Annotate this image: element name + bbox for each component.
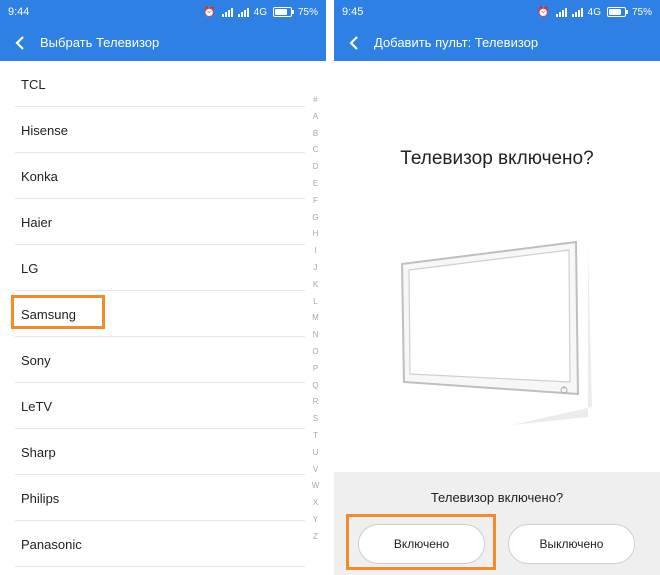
brand-item-sharp[interactable]: Sharp — [0, 429, 305, 475]
index-letter[interactable]: Y — [305, 512, 326, 529]
brand-item-panasonic[interactable]: Panasonic — [0, 521, 305, 567]
signal-icon — [221, 7, 233, 17]
index-letter[interactable]: I — [305, 243, 326, 260]
battery-level: 75% — [631, 6, 652, 18]
brand-item-lg[interactable]: LG — [0, 245, 305, 291]
page-title: Выбрать Телевизор — [40, 35, 160, 50]
battery-level: 75% — [297, 6, 318, 18]
answer-panel: Телевизор включено? Включено Выключено — [334, 472, 660, 575]
index-letter[interactable]: X — [305, 495, 326, 512]
index-letter[interactable]: C — [305, 142, 326, 159]
signal-icon — [555, 7, 567, 17]
index-letter[interactable]: S — [305, 411, 326, 428]
signal-icon-2 — [571, 7, 583, 17]
brand-item-haier[interactable]: Haier — [0, 199, 305, 245]
index-letter[interactable]: L — [305, 294, 326, 311]
index-letter[interactable]: R — [305, 394, 326, 411]
index-letter[interactable]: T — [305, 428, 326, 445]
brand-item-tcl[interactable]: TCL — [0, 61, 305, 107]
status-time: 9:44 — [8, 6, 30, 18]
panel-divider — [326, 0, 334, 575]
index-letter[interactable]: # — [305, 92, 326, 109]
index-letter[interactable]: G — [305, 210, 326, 227]
index-letter[interactable]: V — [305, 462, 326, 479]
battery-icon — [272, 7, 294, 17]
index-letter[interactable]: Z — [305, 529, 326, 546]
brand-item-letv[interactable]: LeTV — [0, 383, 305, 429]
brand-item-philips[interactable]: Philips — [0, 475, 305, 521]
index-letter[interactable]: W — [305, 478, 326, 495]
alarm-icon: ⏰ — [537, 6, 550, 18]
index-letter[interactable]: K — [305, 277, 326, 294]
index-letter[interactable]: U — [305, 445, 326, 462]
back-arrow-icon[interactable] — [346, 35, 362, 51]
brand-item-hisense[interactable]: Hisense — [0, 107, 305, 153]
page-title: Добавить пульт: Телевизор — [374, 35, 539, 50]
status-time: 9:45 — [342, 6, 364, 18]
add-remote-screen: 9:45 ⏰ 4G 75% Добавить пульт: Телевизор … — [334, 0, 660, 575]
index-letter[interactable]: H — [305, 226, 326, 243]
index-letter[interactable]: P — [305, 361, 326, 378]
alphabet-index[interactable]: # A B C D E F G H I J K L M N O P Q R S … — [305, 92, 326, 546]
index-letter[interactable]: J — [305, 260, 326, 277]
brand-item-sony[interactable]: Sony — [0, 337, 305, 383]
off-button[interactable]: Выключено — [508, 524, 635, 564]
tv-illustration-icon — [400, 240, 592, 425]
index-letter[interactable]: B — [305, 126, 326, 143]
back-arrow-icon[interactable] — [12, 35, 28, 51]
app-bar: Выбрать Телевизор — [0, 24, 326, 61]
alarm-icon: ⏰ — [203, 6, 216, 18]
network-type: 4G — [253, 6, 267, 18]
battery-icon — [606, 7, 628, 17]
samsung-highlight-box — [11, 295, 105, 329]
on-button-highlight-box — [346, 514, 496, 570]
index-letter[interactable]: A — [305, 109, 326, 126]
status-bar: 9:44 ⏰ 4G 75% — [0, 0, 326, 24]
index-letter[interactable]: Q — [305, 378, 326, 395]
select-tv-screen: 9:44 ⏰ 4G 75% Выбрать Телевизор TCL Hise… — [0, 0, 326, 575]
network-type: 4G — [587, 6, 601, 18]
index-letter[interactable]: M — [305, 310, 326, 327]
index-letter[interactable]: N — [305, 327, 326, 344]
index-letter[interactable]: O — [305, 344, 326, 361]
signal-icon-2 — [237, 7, 249, 17]
index-letter[interactable]: E — [305, 176, 326, 193]
index-letter[interactable]: D — [305, 159, 326, 176]
app-bar: Добавить пульт: Телевизор — [334, 24, 660, 61]
index-letter[interactable]: F — [305, 193, 326, 210]
brand-item-konka[interactable]: Konka — [0, 153, 305, 199]
status-bar: 9:45 ⏰ 4G 75% — [334, 0, 660, 24]
tv-on-question-heading: Телевизор включено? — [400, 148, 594, 169]
tv-on-question: Телевизор включено? — [430, 490, 564, 505]
